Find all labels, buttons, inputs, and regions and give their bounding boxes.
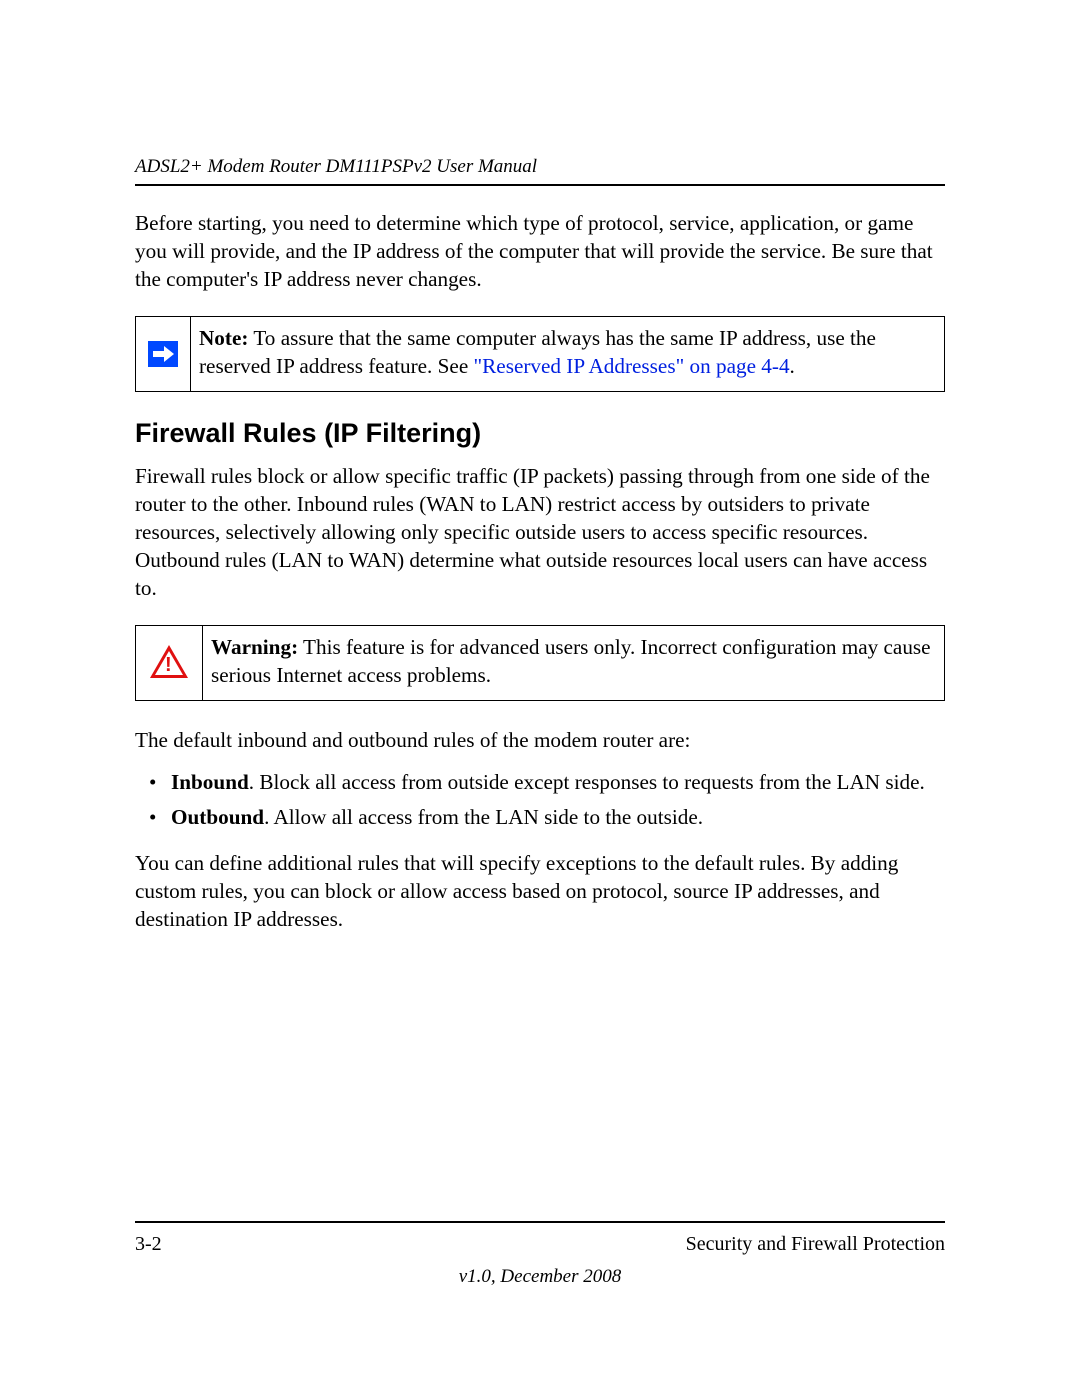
warning-text: Warning: This feature is for advanced us… (203, 626, 944, 700)
bullet-text: . Allow all access from the LAN side to … (264, 805, 703, 829)
rules-outro: You can define additional rules that wil… (135, 850, 945, 934)
section-para-1: Firewall rules block or allow specific t… (135, 463, 945, 603)
list-item: Inbound. Block all access from outside e… (135, 767, 945, 798)
footer-rule (135, 1221, 945, 1223)
page-footer: 3-2 Security and Firewall Protection v1.… (135, 1221, 945, 1288)
warning-icon-cell: ! (136, 626, 203, 700)
intro-paragraph: Before starting, you need to determine w… (135, 210, 945, 294)
page-number: 3-2 (135, 1233, 162, 1256)
rules-intro: The default inbound and outbound rules o… (135, 727, 945, 755)
arrow-right-icon (148, 341, 178, 367)
warning-label: Warning: (211, 635, 298, 659)
reserved-ip-link[interactable]: "Reserved IP Addresses" on page 4-4 (474, 354, 790, 378)
note-label: Note: (199, 326, 248, 350)
header-rule (135, 184, 945, 186)
warning-triangle-icon: ! (150, 645, 188, 678)
bullet-label: Outbound (171, 805, 264, 829)
list-item: Outbound. Allow all access from the LAN … (135, 802, 945, 833)
note-callout: Note: To assure that the same computer a… (135, 316, 945, 392)
running-header: ADSL2+ Modem Router DM111PSPv2 User Manu… (135, 156, 945, 178)
note-body-after: . (790, 354, 795, 378)
doc-version: v1.0, December 2008 (135, 1266, 945, 1288)
page-content: ADSL2+ Modem Router DM111PSPv2 User Manu… (135, 156, 945, 956)
rules-list: Inbound. Block all access from outside e… (135, 767, 945, 832)
note-icon-cell (136, 317, 191, 391)
section-heading: Firewall Rules (IP Filtering) (135, 418, 945, 449)
bullet-label: Inbound (171, 770, 249, 794)
note-text: Note: To assure that the same computer a… (191, 317, 944, 391)
warning-body: This feature is for advanced users only.… (211, 635, 931, 687)
chapter-title: Security and Firewall Protection (686, 1233, 945, 1256)
warning-callout: ! Warning: This feature is for advanced … (135, 625, 945, 701)
bullet-text: . Block all access from outside except r… (249, 770, 925, 794)
